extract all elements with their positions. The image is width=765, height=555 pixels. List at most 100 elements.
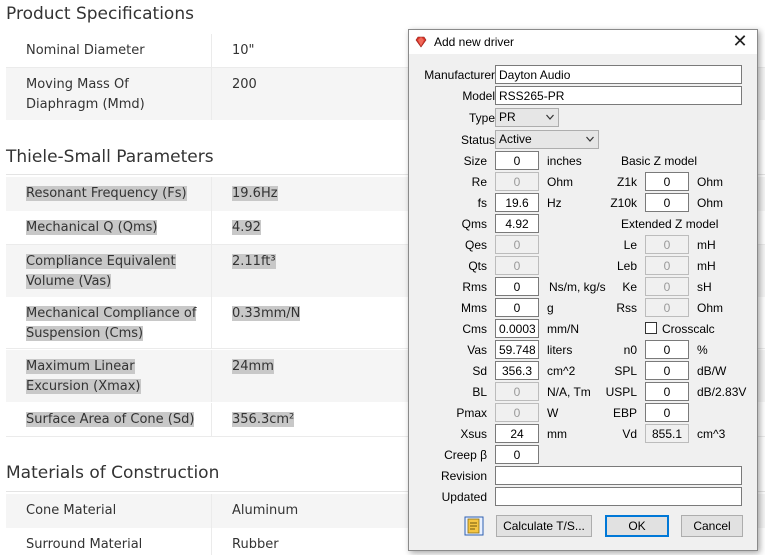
type-select[interactable]: PR [495,108,559,127]
crosscalc-label: Crosscalc [662,322,715,336]
section-title-product-specs: Product Specifications [6,4,194,24]
type-label: Type [468,111,495,125]
section-title-materials: Materials of Construction [6,463,220,483]
vas-unit: liters [547,343,573,357]
add-driver-dialog: Add new driver ✕ Manufacturer Model Type… [408,29,758,551]
pmax-label: Pmax [456,406,487,420]
sd-label: Sd [472,364,487,378]
qts-input[interactable] [495,256,539,275]
ke-unit: sH [697,280,712,294]
cms-unit: mm/N [547,322,579,336]
vd-input[interactable] [645,424,689,443]
fs-label: fs [477,196,487,210]
status-select[interactable]: Active [495,130,599,149]
pmax-input[interactable] [495,403,539,422]
uspl-input[interactable] [645,382,689,401]
gem-icon [415,36,427,48]
sd-input[interactable] [495,361,539,380]
dialog-title: Add new driver [434,35,515,49]
size-input[interactable] [495,151,539,170]
calculate-ts-button[interactable]: Calculate T/S... [496,515,592,537]
bl-label: BL [472,385,487,399]
ok-button[interactable]: OK [605,515,669,537]
re-label: Re [471,175,487,189]
fs-unit: Hz [547,196,562,210]
spec-label: Resonant Frequency (Fs) [26,186,187,201]
spec-value: 4.92 [232,220,261,235]
bl-unit: N/A, Tm [547,385,591,399]
spec-label: Surface Area of Cone (Sd) [26,412,195,427]
dialog-titlebar[interactable]: Add new driver ✕ [409,30,757,54]
ebp-input[interactable] [645,403,689,422]
rms-input[interactable] [495,277,539,296]
n0-unit: % [697,343,708,357]
spec-label: Surround Material [26,537,143,552]
status-label: Status [460,133,495,147]
mms-unit: g [547,301,554,315]
pmax-unit: W [547,406,559,420]
manufacturer-label: Manufacturer [424,68,495,82]
n0-input[interactable] [645,340,689,359]
leb-label: Leb [616,259,637,273]
spec-label: Mechanical Compliance of Suspension (Cms… [26,306,197,341]
creep-input[interactable] [495,445,539,464]
qes-input[interactable] [495,235,539,254]
ke-input[interactable] [645,277,689,296]
z1k-label: Z1k [616,175,637,189]
le-input[interactable] [645,235,689,254]
revision-input[interactable] [495,466,742,485]
rss-unit: Ohm [697,301,724,315]
crosscalc-checkbox[interactable] [645,322,657,334]
spec-value: 19.6Hz [232,186,278,201]
z1k-input[interactable] [645,172,689,191]
ebp-label: EBP [612,406,637,420]
z1k-unit: Ohm [697,175,724,189]
spl-input[interactable] [645,361,689,380]
cms-input[interactable] [495,319,539,338]
notepad-icon[interactable] [464,516,484,536]
re-input[interactable] [495,172,539,191]
uspl-label: USPL [605,385,637,399]
extended-z-heading: Extended Z model [621,217,719,231]
leb-unit: mH [697,259,716,273]
sd-unit: cm^2 [547,364,576,378]
vd-unit: cm^3 [697,427,726,441]
cancel-button[interactable]: Cancel [681,515,743,537]
xsus-unit: mm [547,427,567,441]
spec-value: 2.11ft³ [232,254,276,269]
model-input[interactable] [495,86,742,105]
spec-value: 0.33mm/N [232,306,301,321]
vas-label: Vas [467,343,487,357]
spl-unit: dB/W [697,364,727,378]
rss-label: Rss [616,301,637,315]
chevron-down-icon [546,114,554,120]
fs-input[interactable] [495,193,539,212]
close-icon[interactable]: ✕ [731,32,749,50]
spec-value: Rubber [232,537,279,552]
re-unit: Ohm [547,175,574,189]
z10k-unit: Ohm [697,196,724,210]
spec-label: Cone Material [26,503,117,518]
mms-input[interactable] [495,298,539,317]
cms-label: Cms [462,322,487,336]
rms-label: Rms [462,280,487,294]
spec-value: 24mm [232,359,274,374]
bl-input[interactable] [495,382,539,401]
spec-label: Moving Mass Of Diaphragm (Mmd) [26,77,145,112]
xsus-input[interactable] [495,424,539,443]
rss-input[interactable] [645,298,689,317]
z10k-input[interactable] [645,193,689,212]
leb-input[interactable] [645,256,689,275]
vas-input[interactable] [495,340,539,359]
spec-label: Mechanical Q (Qms) [26,220,158,235]
manufacturer-input[interactable] [495,65,742,84]
z10k-label: Z10k [610,196,637,210]
updated-input[interactable] [495,487,742,506]
updated-label: Updated [441,490,487,504]
spec-value: 200 [232,77,257,92]
n0-label: n0 [623,343,637,357]
size-label: Size [463,154,487,168]
qms-input[interactable] [495,214,539,233]
spec-value: Aluminum [232,503,299,518]
mms-label: Mms [461,301,487,315]
